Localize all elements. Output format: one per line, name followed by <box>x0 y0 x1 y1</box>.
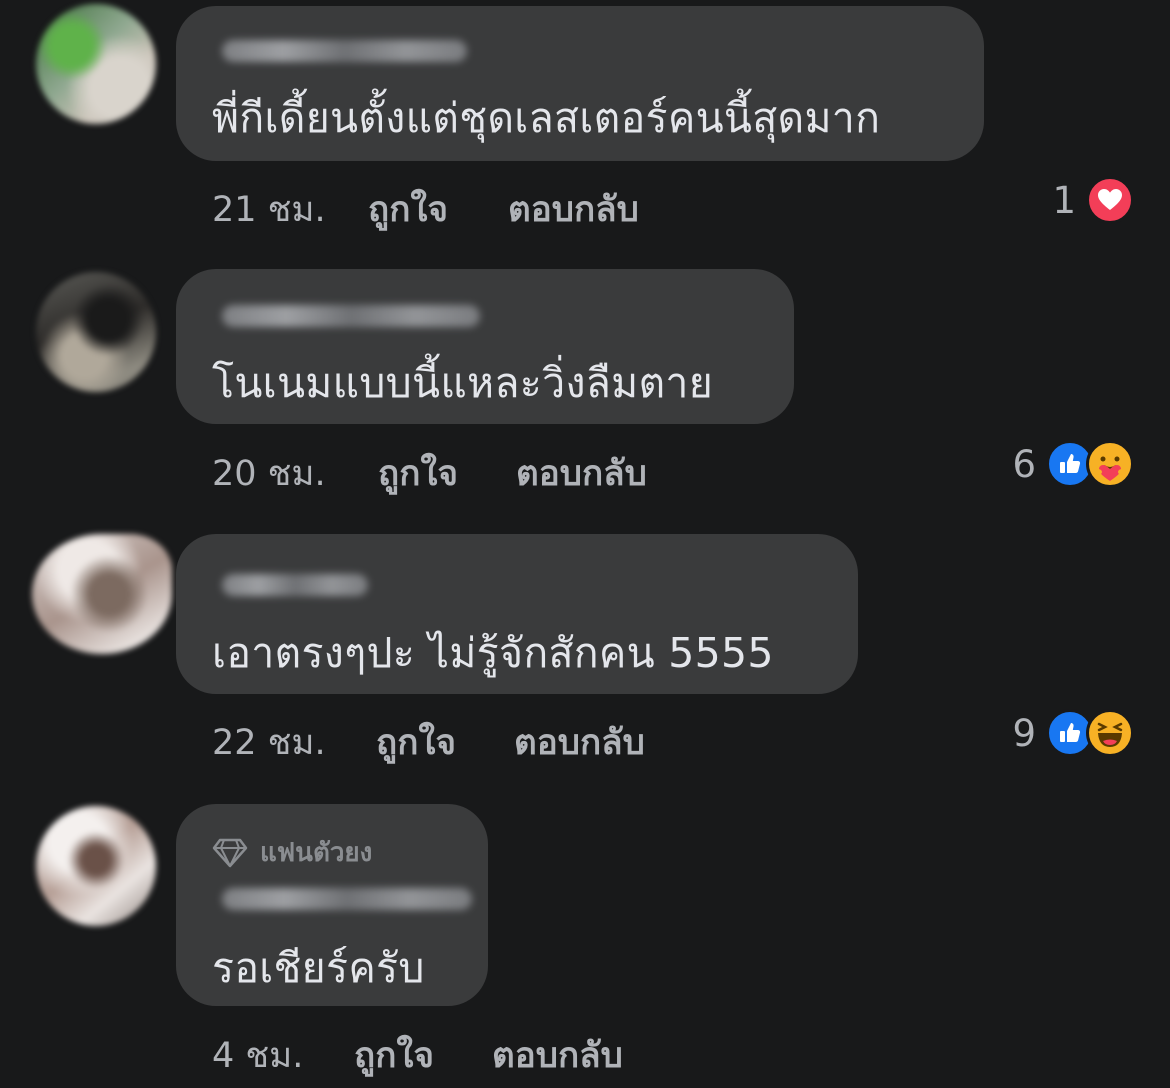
haha-icon <box>1086 709 1134 757</box>
commenter-name[interactable] <box>222 574 368 596</box>
comment-time[interactable]: 20 ชม. <box>212 446 326 501</box>
badge-label: แฟนตัวยง <box>260 838 373 868</box>
comment-bubble: เอาตรงๆปะ ไม่รู้จักสักคน 5555 <box>176 534 858 694</box>
reply-button[interactable]: ตอบกลับ <box>514 715 645 770</box>
diamond-icon <box>212 838 248 867</box>
care-icon <box>1086 440 1134 488</box>
reaction-summary[interactable]: 9 <box>1012 708 1134 758</box>
comment-bubble: พี่กีเดี้ยนตั้งแต่ชุดเลสเตอร์คนนี้สุดมาก <box>176 6 984 161</box>
comment-bubble: แฟนตัวยง รอเชียร์ครับ <box>176 804 488 1006</box>
like-button[interactable]: ถูกใจ <box>368 182 448 237</box>
reply-button[interactable]: ตอบกลับ <box>508 182 639 237</box>
avatar[interactable] <box>36 272 156 392</box>
avatar[interactable] <box>32 534 172 654</box>
commenter-name[interactable] <box>222 40 467 62</box>
reaction-count: 1 <box>1052 178 1076 222</box>
comment-text: พี่กีเดี้ยนตั้งแต่ชุดเลสเตอร์คนนี้สุดมาก <box>212 94 881 142</box>
comment-time[interactable]: 4 ชม. <box>212 1028 303 1083</box>
comment-bubble: โนเนมแบบนี้แหละวิ่งลืมตาย <box>176 269 794 424</box>
heart-icon <box>1086 176 1134 224</box>
like-button[interactable]: ถูกใจ <box>354 1028 434 1083</box>
reply-button[interactable]: ตอบกลับ <box>492 1028 623 1083</box>
comment-text: โนเนมแบบนี้แหละวิ่งลืมตาย <box>212 359 714 407</box>
reaction-summary[interactable]: 6 <box>1012 439 1134 489</box>
commenter-name[interactable] <box>222 305 480 327</box>
reaction-count: 9 <box>1012 711 1036 755</box>
avatar[interactable] <box>36 806 156 926</box>
like-button[interactable]: ถูกใจ <box>376 715 456 770</box>
commenter-name[interactable] <box>222 888 472 910</box>
top-fan-badge: แฟนตัวยง <box>212 832 372 873</box>
comment-text: เอาตรงๆปะ ไม่รู้จักสักคน 5555 <box>212 629 774 677</box>
avatar[interactable] <box>36 4 156 124</box>
comment-text: รอเชียร์ครับ <box>212 944 425 992</box>
like-button[interactable]: ถูกใจ <box>378 446 458 501</box>
reply-button[interactable]: ตอบกลับ <box>516 446 647 501</box>
comment-time[interactable]: 22 ชม. <box>212 715 326 770</box>
reaction-count: 6 <box>1012 442 1036 486</box>
reaction-summary[interactable]: 1 <box>1052 175 1134 225</box>
comment-time[interactable]: 21 ชม. <box>212 182 326 237</box>
